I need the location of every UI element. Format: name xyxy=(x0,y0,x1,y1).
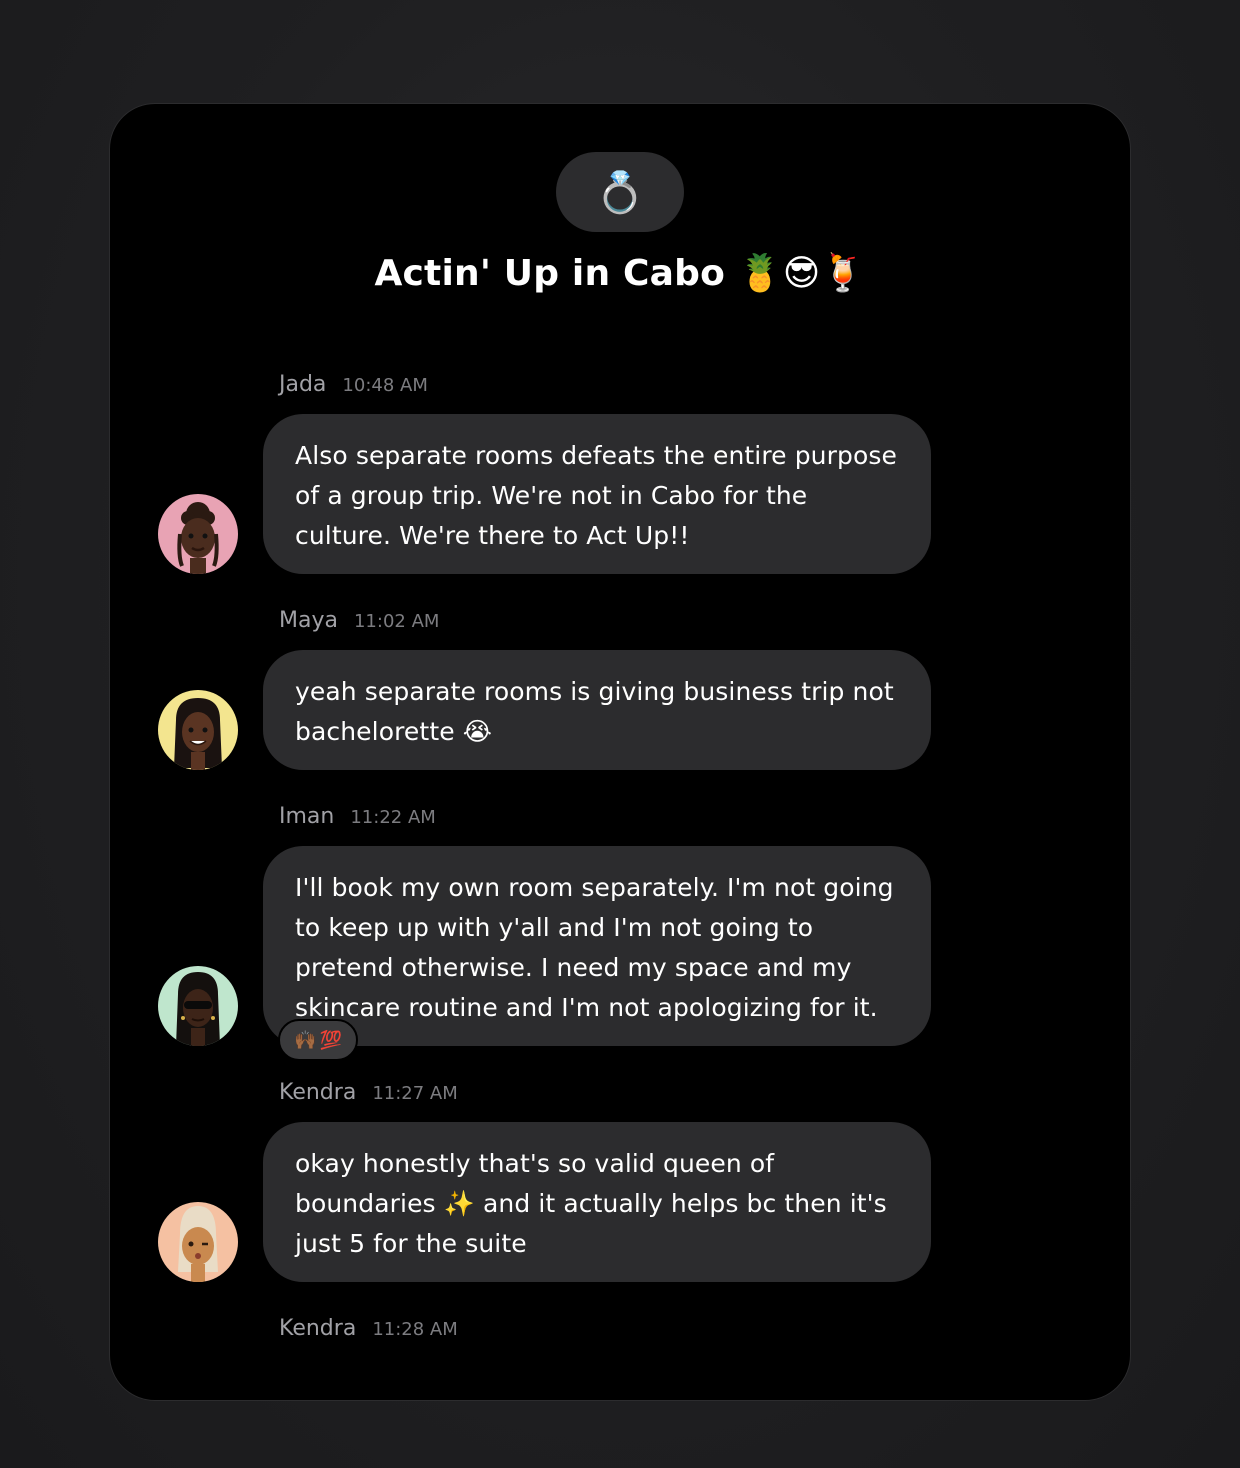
message-meta: Maya 11:02 AM xyxy=(279,608,439,633)
sender-name: Kendra xyxy=(279,1080,357,1105)
avatar[interactable] xyxy=(158,1202,238,1282)
sender-name: Jada xyxy=(279,372,327,397)
message-bubble[interactable]: yeah separate rooms is giving business t… xyxy=(263,650,931,770)
reaction-badge[interactable]: 🙌🏾 💯 xyxy=(278,1019,358,1061)
sender-name: Kendra xyxy=(279,1316,357,1341)
message-bubble[interactable]: Also separate rooms defeats the entire p… xyxy=(263,414,931,574)
message-time: 11:28 AM xyxy=(372,1319,458,1340)
avatar-memoji-icon xyxy=(176,972,220,1046)
ring-icon: 💍 xyxy=(595,169,645,216)
message-time: 11:27 AM xyxy=(372,1083,458,1104)
group-icon[interactable]: 💍 xyxy=(556,152,684,232)
sender-name: Maya xyxy=(279,608,338,633)
chat-card: 💍 Actin' Up in Cabo 🍍😎🍹 Jada 10:48 AM Al… xyxy=(109,103,1131,1401)
avatar[interactable] xyxy=(158,690,238,770)
message-meta: Kendra 11:27 AM xyxy=(279,1080,458,1105)
hundred-points-icon: 💯 xyxy=(319,1029,342,1051)
raised-hands-icon: 🙌🏾 xyxy=(294,1029,317,1051)
message-meta: Kendra 11:28 AM xyxy=(279,1316,458,1341)
message-bubble[interactable]: okay honestly that's so valid queen of b… xyxy=(263,1122,931,1282)
avatar-memoji-icon xyxy=(177,502,219,574)
sender-name: Iman xyxy=(279,804,335,829)
message-meta: Jada 10:48 AM xyxy=(279,372,428,397)
avatar[interactable] xyxy=(158,966,238,1046)
avatar-memoji-icon xyxy=(178,1206,218,1282)
avatar-memoji-icon xyxy=(174,698,222,770)
message-meta: Iman 11:22 AM xyxy=(279,804,436,829)
message-time: 11:02 AM xyxy=(353,611,440,632)
group-title: Actin' Up in Cabo 🍍😎🍹 xyxy=(374,253,866,294)
message-time: 11:22 AM xyxy=(350,807,436,828)
message-bubble[interactable]: I'll book my own room separately. I'm no… xyxy=(263,846,931,1046)
message-time: 10:48 AM xyxy=(342,375,428,396)
avatar[interactable] xyxy=(158,494,238,574)
